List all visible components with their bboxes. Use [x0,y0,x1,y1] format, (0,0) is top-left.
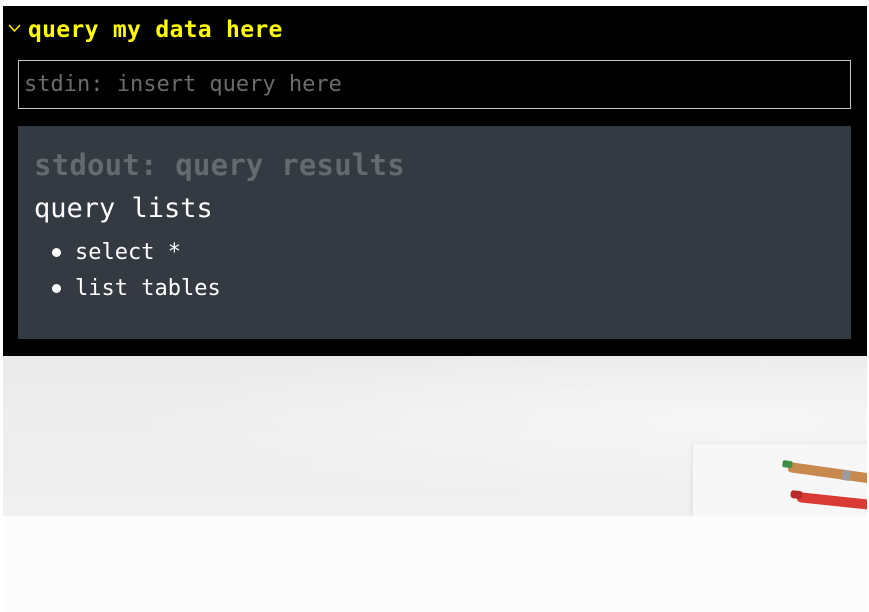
query-terminal-panel: query my data here stdout: query results… [3,6,867,356]
panel-header[interactable]: query my data here [8,16,283,44]
background-photo [3,356,867,516]
pencils-image [782,460,867,510]
bullet-icon [52,283,61,293]
stdin-query-input[interactable] [19,61,850,108]
query-lists-label: query lists [34,193,213,224]
bullet-icon [52,247,61,257]
query-list: select * list tables [52,234,221,306]
stdin-field-wrapper [18,60,851,109]
stdout-results-panel: stdout: query results query lists select… [18,126,851,339]
panel-title: query my data here [28,17,283,43]
stdout-heading: stdout: query results [34,148,405,182]
query-list-item-select-all[interactable]: select * [52,234,221,270]
chevron-down-icon[interactable] [8,23,23,33]
query-list-item-list-tables[interactable]: list tables [52,270,221,306]
query-list-item-label: list tables [75,275,221,301]
lower-content-area [3,516,867,612]
query-list-item-label: select * [75,239,181,265]
